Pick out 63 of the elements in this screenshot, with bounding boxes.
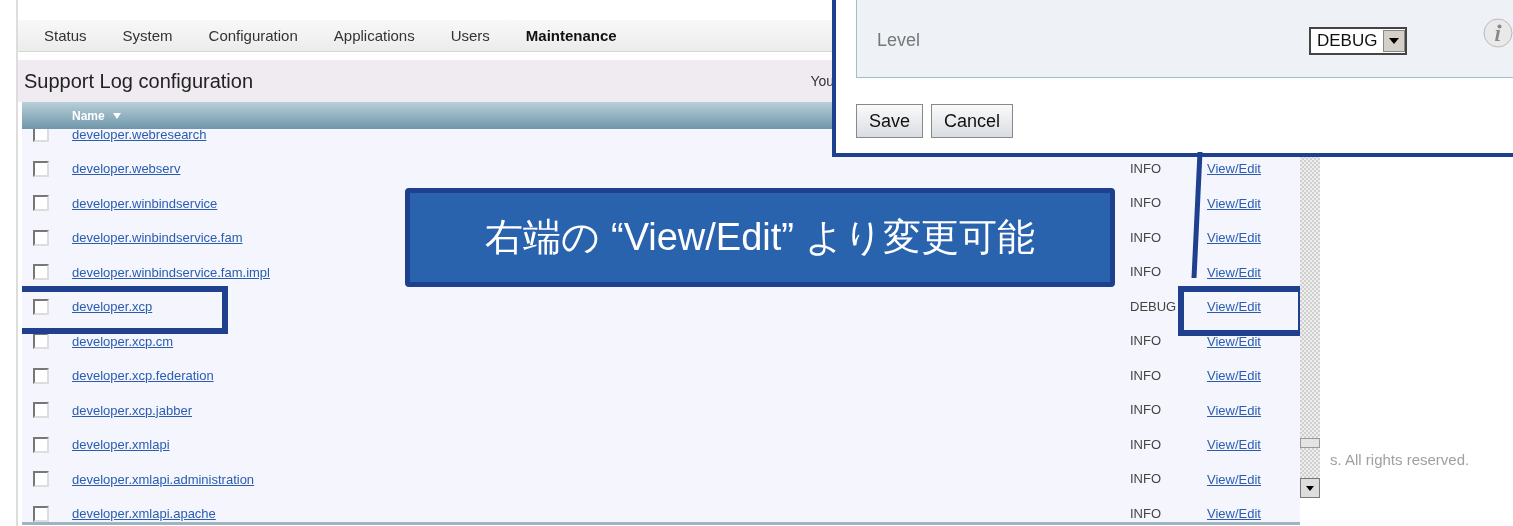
- checkbox[interactable]: [33, 402, 49, 419]
- view-edit-link[interactable]: View/Edit: [1207, 506, 1261, 522]
- view-edit-link[interactable]: View/Edit: [1207, 230, 1261, 246]
- level-text: INFO: [1130, 229, 1162, 245]
- checkbox[interactable]: [33, 298, 49, 315]
- nav-tab[interactable]: System: [104, 19, 191, 52]
- view-edit-link[interactable]: View/Edit: [1207, 264, 1261, 280]
- level-text: INFO: [1130, 402, 1162, 418]
- log-name-link[interactable]: developer.webresearch: [72, 129, 207, 142]
- log-name-link[interactable]: developer.xmlapi.administration: [72, 471, 255, 487]
- view-edit-link[interactable]: View/Edit: [1207, 368, 1261, 384]
- save-button[interactable]: Save: [856, 104, 924, 138]
- level-label: Level: [877, 29, 921, 52]
- checkbox[interactable]: [33, 471, 49, 488]
- level-text: INFO: [1130, 333, 1162, 349]
- log-name-link[interactable]: developer.xmlapi: [72, 437, 170, 453]
- log-name-link[interactable]: developer.webserv: [72, 161, 181, 177]
- view-edit-link[interactable]: View/Edit: [1207, 333, 1261, 349]
- callout-text: 右端の “View/Edit” より変更可能: [485, 215, 1035, 260]
- nav-tab[interactable]: Applications: [315, 19, 433, 52]
- log-name-link[interactable]: developer.winbindservice.fam.impl: [72, 264, 270, 280]
- checkbox[interactable]: [33, 229, 49, 246]
- checkbox[interactable]: [33, 505, 49, 522]
- checkbox[interactable]: [33, 436, 49, 453]
- log-name-link[interactable]: developer.xcp.cm: [72, 333, 174, 349]
- view-edit-link[interactable]: View/Edit: [1207, 437, 1261, 453]
- level-text: INFO: [1130, 505, 1162, 521]
- cancel-button[interactable]: Cancel: [931, 104, 1014, 138]
- caret-icon: [1306, 485, 1314, 491]
- info-icon[interactable]: [1483, 18, 1513, 48]
- view-edit-link[interactable]: View/Edit: [1207, 402, 1261, 418]
- log-name-link[interactable]: developer.winbindservice.fam: [72, 230, 243, 246]
- view-edit-link[interactable]: View/Edit: [1207, 195, 1261, 211]
- level-text: INFO: [1130, 264, 1162, 280]
- checkbox[interactable]: [33, 160, 49, 177]
- checkbox[interactable]: [33, 264, 49, 281]
- log-name-link[interactable]: developer.xcp.federation: [72, 368, 214, 384]
- checkbox[interactable]: [33, 195, 49, 212]
- log-name-link[interactable]: developer.xcp.jabber: [72, 402, 192, 418]
- view-edit-link[interactable]: View/Edit: [1207, 299, 1261, 315]
- caret-icon: [1389, 37, 1399, 44]
- view-edit-link[interactable]: View/Edit: [1207, 471, 1261, 487]
- level-text: INFO: [1130, 471, 1162, 487]
- page-title: Support Log configuration: [24, 69, 254, 94]
- checkbox[interactable]: [33, 129, 49, 143]
- view-edit-link[interactable]: View/Edit: [1207, 161, 1261, 177]
- level-dropdown[interactable]: DEBUG: [1309, 26, 1407, 55]
- scroll-thumb[interactable]: [1300, 438, 1320, 448]
- level-text: INFO: [1130, 195, 1162, 211]
- level-text: INFO: [1130, 367, 1162, 383]
- nav-tab[interactable]: Users: [432, 19, 508, 52]
- nav-tab[interactable]: Maintenance: [507, 19, 635, 52]
- log-name-link[interactable]: developer.xcp: [72, 299, 153, 315]
- level-text: DEBUG: [1130, 298, 1177, 314]
- nav-tab[interactable]: Status: [26, 19, 105, 52]
- nav-tab[interactable]: Configuration: [190, 19, 316, 52]
- checkbox[interactable]: [33, 367, 49, 384]
- level-text: INFO: [1130, 436, 1162, 452]
- scroll-down-button[interactable]: [1300, 478, 1320, 498]
- level-text: INFO: [1130, 160, 1162, 176]
- footer-text: s. All rights reserved.: [1330, 450, 1470, 470]
- log-name-link[interactable]: developer.winbindservice: [72, 195, 218, 211]
- log-name-link[interactable]: developer.xmlapi.apache: [72, 506, 216, 522]
